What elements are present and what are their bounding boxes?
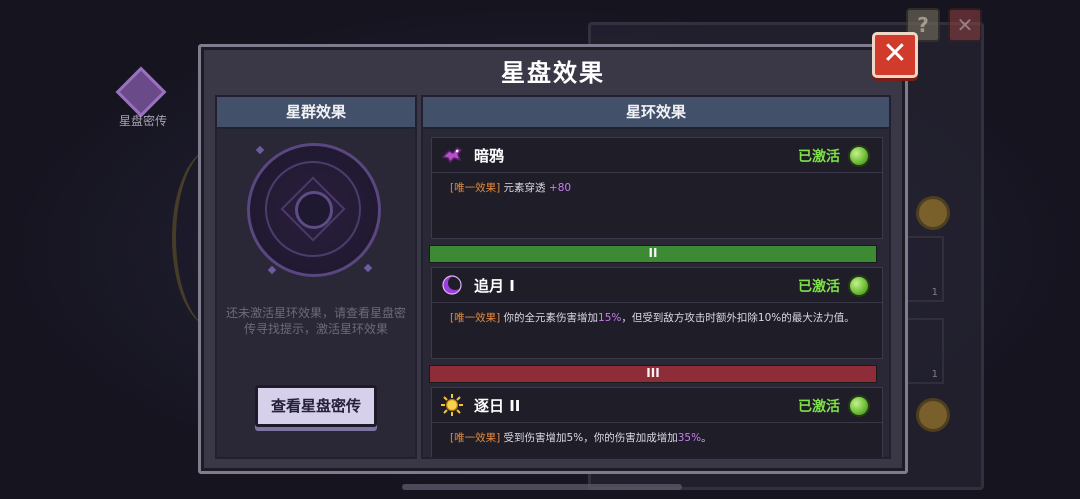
active-orb-icon	[848, 395, 870, 417]
star-ring-effects-header: 星环效果	[423, 97, 889, 129]
constellation-effects-panel: 星群效果 还未激活星环效果，请查看星盘密传寻找提示，激活星环效果 查看星盘密传	[215, 95, 417, 459]
effect-card: 追月 I 已激活 [唯一效果] 你的全元素伤害增加15%，但受到敌方攻击时额外扣…	[431, 267, 883, 359]
unique-effect-tag: [唯一效果]	[450, 312, 501, 324]
sun-icon	[440, 393, 464, 417]
effect-description: [唯一效果] 元素穿透 +80	[432, 173, 882, 196]
unique-effect-tag: [唯一效果]	[450, 432, 501, 444]
effect-value: +80	[548, 182, 572, 194]
effect-value: 15%	[598, 312, 622, 324]
star-chart-secret-label: 星盘密传	[118, 114, 167, 128]
raven-icon	[440, 143, 464, 167]
coin-icon	[916, 398, 950, 432]
effect-text: 你的全元素伤害增加	[503, 312, 599, 324]
effect-text: ，但受到敌方攻击时额外扣除10%的最大法力值。	[621, 312, 855, 324]
active-orb-icon	[848, 275, 870, 297]
effect-name: 暗鸦	[474, 147, 505, 165]
horizontal-scrollbar[interactable]	[402, 484, 682, 490]
close-dialog-button[interactable]: ✕	[872, 32, 918, 78]
effect-status: 已激活	[798, 149, 840, 165]
view-star-chart-secret-button[interactable]: 查看星盘密传	[255, 385, 377, 427]
tier-divider: II	[429, 245, 877, 263]
crescent-moon-icon	[440, 273, 464, 297]
effect-text: 。	[701, 432, 712, 444]
star-chart-secret-icon	[115, 66, 167, 118]
background-close-button[interactable]: ✕	[948, 8, 982, 42]
inactive-hint-text: 还未激活星环效果，请查看星盘密传寻找提示，激活星环效果	[225, 306, 406, 336]
coin-icon	[916, 196, 950, 230]
slot-count: 1	[931, 287, 938, 298]
constellation-effects-header: 星群效果	[217, 97, 415, 129]
star-chart-effects-dialog: 星盘效果 星群效果 还未激活星环效果，请查看星盘密传寻找提示，激活星环效果 查看…	[198, 44, 908, 474]
effect-card: 暗鸦 已激活 [唯一效果] 元素穿透 +80	[431, 137, 883, 239]
slot-count: 1	[931, 369, 938, 380]
effect-status: 已激活	[798, 399, 840, 415]
unique-effect-tag: [唯一效果]	[450, 182, 501, 194]
effect-value: 35%	[677, 432, 702, 444]
effects-list[interactable]: 暗鸦 已激活 [唯一效果] 元素穿透 +80 II 追月 I 已激活 [唯一效果…	[429, 137, 883, 457]
star-disc-icon	[247, 143, 381, 277]
effect-name: 逐日 II	[474, 397, 521, 415]
effect-description: [唯一效果] 受到伤害增加5%，你的伤害加成增加35%。	[432, 423, 882, 446]
effect-text: 受到伤害增加5%，你的伤害加成增加	[503, 432, 678, 444]
effect-text: 元素穿透	[503, 182, 546, 194]
tier-divider: III	[429, 365, 877, 383]
effect-name: 追月 I	[474, 277, 515, 295]
star-ring-effects-panel[interactable]: 星环效果 暗鸦 已激活 [唯一效果] 元素穿透 +80 II 追月 I 已激活 …	[421, 95, 891, 459]
effect-card: 逐日 II 已激活 [唯一效果] 受到伤害增加5%，你的伤害加成增加35%。	[431, 387, 883, 457]
dialog-title: 星盘效果	[501, 59, 605, 87]
effect-description: [唯一效果] 你的全元素伤害增加15%，但受到敌方攻击时额外扣除10%的最大法力…	[432, 303, 882, 326]
active-orb-icon	[848, 145, 870, 167]
effect-status: 已激活	[798, 279, 840, 295]
